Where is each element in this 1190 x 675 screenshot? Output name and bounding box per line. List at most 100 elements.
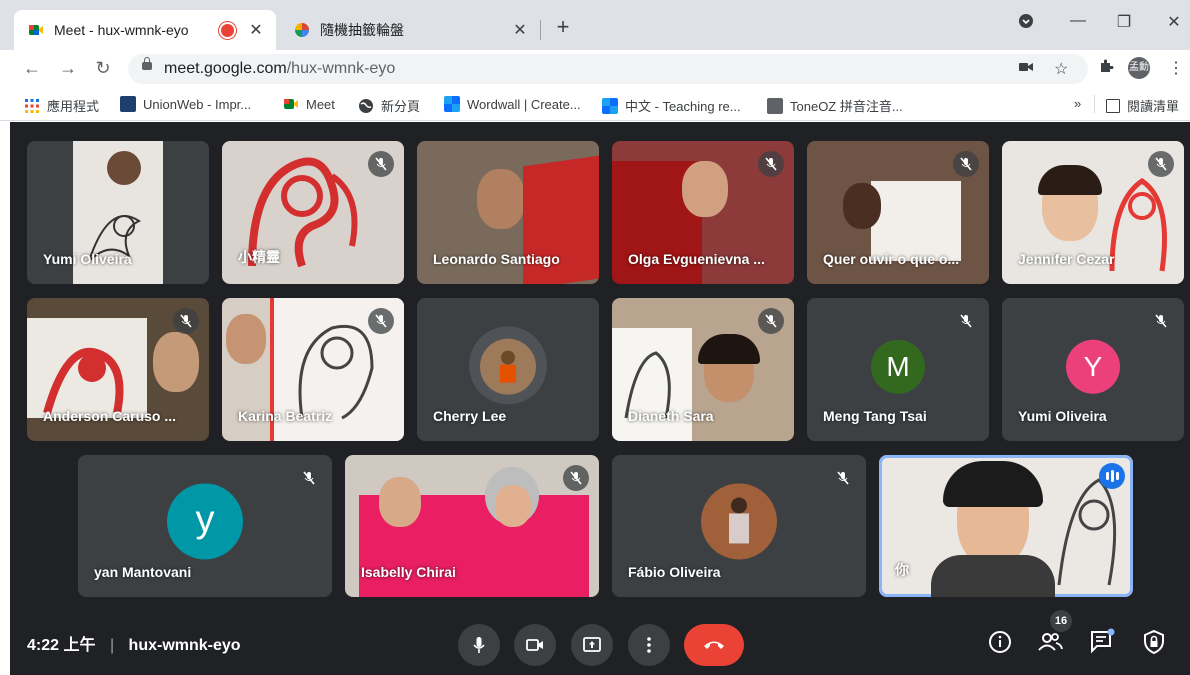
muted-mic-icon <box>563 465 589 491</box>
tab-strip: Meet - hux-wmnk-eyo ✕ 隨機抽籤輪盤 ✕ + — ❐ ✕ <box>0 0 1190 50</box>
separator: | <box>109 637 115 654</box>
back-icon[interactable]: ← <box>20 56 44 80</box>
camera-button[interactable] <box>514 624 556 666</box>
muted-mic-icon <box>1148 151 1174 177</box>
bookmarks-overflow[interactable]: » <box>1074 96 1081 111</box>
meeting-code: hux-wmnk-eyo <box>128 637 241 654</box>
participant-tile[interactable]: Dianeth Sara <box>612 298 794 441</box>
participant-tile[interactable]: Olga Evguenievna ... <box>612 141 794 284</box>
reading-list[interactable]: 閱讀清單 <box>1106 96 1179 115</box>
muted-mic-icon <box>368 151 394 177</box>
microphone-button[interactable] <box>458 624 500 666</box>
call-controls-bar: 4:22 上午 | hux-wmnk-eyo 16 <box>10 610 1190 675</box>
camera-permission-icon[interactable] <box>1018 59 1034 80</box>
end-call-icon <box>704 641 724 649</box>
participant-tile[interactable]: Yumi Oliveira <box>27 141 209 284</box>
reload-icon[interactable]: ↻ <box>91 56 115 80</box>
bookmark-teaching[interactable]: 中文 - Teaching re... <box>602 96 741 115</box>
chat-icon[interactable] <box>1088 628 1116 656</box>
muted-mic-icon <box>173 308 199 334</box>
present-icon <box>583 637 601 652</box>
muted-mic-icon <box>758 308 784 334</box>
participant-avatar: Y <box>1066 339 1120 394</box>
meet-icon <box>29 25 43 35</box>
minimize-icon[interactable]: — <box>1066 12 1090 30</box>
bookmark-meet[interactable]: Meet <box>283 96 335 112</box>
reading-list-icon <box>1106 98 1120 113</box>
muted-mic-icon <box>758 151 784 177</box>
unionweb-icon <box>120 96 136 112</box>
microphone-icon <box>473 637 485 653</box>
participant-tile[interactable]: 小精靈 <box>222 141 404 284</box>
participant-tile[interactable]: Karina Beatriz <box>222 298 404 441</box>
participant-avatar: y <box>167 483 243 560</box>
muted-mic-icon <box>1148 308 1174 334</box>
bookmark-toneoz[interactable]: ToneOZ 拼音注音... <box>767 96 903 115</box>
participant-count-badge: 16 <box>1050 610 1072 632</box>
divider <box>1094 95 1095 113</box>
forward-icon[interactable]: → <box>56 56 80 80</box>
participant-tile[interactable]: Isabelly Chirai <box>345 455 599 597</box>
more-menu-icon[interactable]: ⋮ <box>1168 58 1184 78</box>
profile-photo <box>480 338 536 395</box>
bookmarks-bar: 應用程式 UnionWeb - Impr... Meet 新分頁 Wordwal… <box>0 88 1190 121</box>
bookmark-new-tab[interactable]: 新分頁 <box>358 96 420 115</box>
muted-mic-icon <box>953 151 979 177</box>
browser-toolbar: ← → ↻ meet.google.com/hux-wmnk-eyo ☆ 孟勳 … <box>0 50 1190 88</box>
more-vert-icon <box>647 637 651 653</box>
more-options-button[interactable] <box>628 624 670 666</box>
extensions-icon[interactable] <box>1098 58 1114 79</box>
present-screen-button[interactable] <box>571 624 613 666</box>
address-bar[interactable]: meet.google.com/hux-wmnk-eyo ☆ <box>128 54 1088 84</box>
apps-grid-icon <box>25 98 39 113</box>
restore-icon[interactable]: ❐ <box>1112 12 1136 32</box>
muted-mic-icon <box>368 308 394 334</box>
participant-tile[interactable]: Jennifer Cezar <box>1002 141 1184 284</box>
participant-tile[interactable]: y yan Mantovani <box>78 455 332 597</box>
meet-call-area: Yumi Oliveira 小精靈 Leonardo Santiago Olga… <box>10 122 1190 675</box>
close-tab-icon[interactable]: ✕ <box>248 20 264 40</box>
leave-call-button[interactable] <box>684 624 744 666</box>
tab-meet[interactable]: Meet - hux-wmnk-eyo ✕ <box>14 10 276 50</box>
lock-icon[interactable] <box>142 57 152 70</box>
globe-icon <box>359 98 373 113</box>
meet-icon <box>284 99 298 109</box>
participant-tile[interactable]: Cherry Lee <box>417 298 599 441</box>
participant-tile[interactable]: Fábio Oliveira <box>612 455 866 597</box>
participant-tile[interactable]: Y Yumi Oliveira <box>1002 298 1184 441</box>
meeting-info-text: 4:22 上午 | hux-wmnk-eyo <box>27 631 241 655</box>
participant-tile[interactable]: Quer ouvir o que o... <box>807 141 989 284</box>
wordwall-icon <box>602 97 618 114</box>
participant-tile[interactable]: Leonardo Santiago <box>417 141 599 284</box>
participant-tile[interactable]: M Meng Tang Tsai <box>807 298 989 441</box>
tab-title: Meet - hux-wmnk-eyo <box>54 22 189 38</box>
muted-mic-icon <box>830 465 856 491</box>
url-text: meet.google.com/hux-wmnk-eyo <box>164 60 396 77</box>
speaking-indicator-icon <box>1099 463 1125 489</box>
muted-mic-icon <box>953 308 979 334</box>
tab-title: 隨機抽籤輪盤 <box>320 22 404 38</box>
bookmark-unionweb[interactable]: UnionWeb - Impr... <box>120 96 251 112</box>
tab-search-icon[interactable] <box>1014 12 1038 35</box>
recording-indicator-icon <box>221 23 234 37</box>
tab-random-wheel[interactable]: 隨機抽籤輪盤 ✕ <box>280 10 540 50</box>
wheel-icon <box>295 23 309 37</box>
profile-photo <box>701 483 777 560</box>
participant-tile[interactable]: Anderson Caruso ... <box>27 298 209 441</box>
bookmark-wordwall[interactable]: Wordwall | Create... <box>444 96 581 112</box>
tab-divider <box>540 20 541 40</box>
bookmark-star-icon[interactable]: ☆ <box>1054 59 1068 79</box>
camera-icon <box>526 639 543 651</box>
close-tab-icon[interactable]: ✕ <box>512 20 528 40</box>
self-view-tile[interactable]: 你 <box>879 455 1133 597</box>
meeting-details-icon[interactable] <box>986 628 1014 656</box>
bookmark-apps[interactable]: 應用程式 <box>24 96 99 115</box>
wordwall-icon <box>444 96 460 112</box>
new-tab-icon[interactable]: + <box>550 14 576 40</box>
participant-avatar: M <box>871 339 925 394</box>
people-icon[interactable] <box>1036 628 1064 656</box>
host-controls-icon[interactable] <box>1140 628 1168 656</box>
toneoz-icon <box>767 97 783 114</box>
close-window-icon[interactable]: ✕ <box>1162 12 1186 32</box>
profile-avatar[interactable]: 孟勳 <box>1128 57 1150 79</box>
